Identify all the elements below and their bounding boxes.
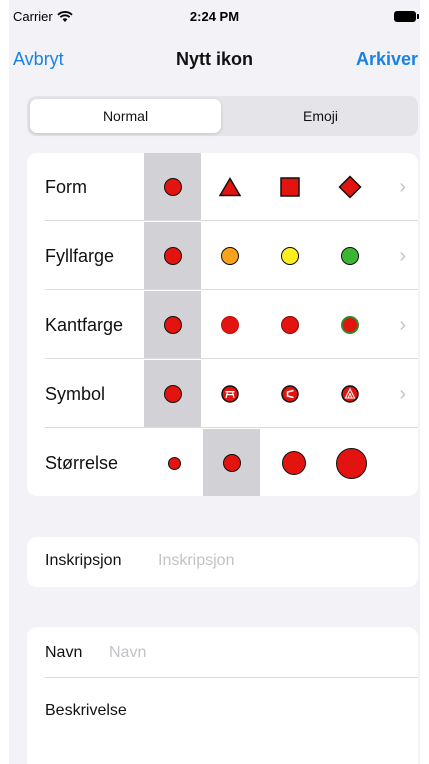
border-black-option[interactable] xyxy=(144,291,201,359)
inscription-card: Inskripsjon Inskripsjon xyxy=(27,537,418,587)
form-diamond-option[interactable] xyxy=(321,153,378,221)
circle-icon xyxy=(163,385,182,403)
orange-dot-icon xyxy=(220,247,239,265)
fill-green-option[interactable] xyxy=(321,222,378,290)
save-button[interactable]: Arkiver xyxy=(356,49,418,70)
form-square-option[interactable] xyxy=(261,153,318,221)
name-label: Navn xyxy=(45,644,83,661)
green-dot-icon xyxy=(340,247,359,265)
border-darkred-option[interactable] xyxy=(261,291,318,359)
divider xyxy=(45,427,418,428)
fill-yellow-option[interactable] xyxy=(261,222,318,290)
symbol-picnic-option[interactable] xyxy=(201,360,258,428)
form-circle-option[interactable] xyxy=(144,153,201,221)
circle-icon xyxy=(163,178,182,196)
row-border-label: Kantfarge xyxy=(45,315,124,335)
size-small-option[interactable] xyxy=(152,429,196,496)
chevron-right-icon[interactable]: › xyxy=(399,360,406,428)
border-red-option[interactable] xyxy=(201,291,258,359)
tent-symbol-icon xyxy=(340,385,359,403)
fill-orange-option[interactable] xyxy=(201,222,258,290)
segment-emoji[interactable]: Emoji xyxy=(225,99,416,133)
name-input[interactable]: Navn xyxy=(109,644,146,662)
segment-normal[interactable]: Normal xyxy=(30,99,221,133)
status-bar: Carrier 2:24 PM xyxy=(9,0,420,34)
red-border-dot-icon xyxy=(220,316,239,334)
description-input[interactable]: Beskrivelse xyxy=(45,702,127,720)
square-icon xyxy=(279,177,300,197)
icon-type-segmented-control: Normal Emoji xyxy=(27,96,418,136)
medium-circle-icon xyxy=(222,454,241,472)
fill-red-option[interactable] xyxy=(144,222,201,290)
chevron-right-icon[interactable]: › xyxy=(399,291,406,359)
name-description-card: Navn Navn Beskrivelse xyxy=(27,627,418,764)
border-green-option[interactable] xyxy=(321,291,378,359)
row-form-label: Form xyxy=(45,177,87,197)
row-form: Form › xyxy=(27,153,418,221)
size-large-option[interactable] xyxy=(272,429,316,496)
divider xyxy=(45,358,418,359)
diamond-icon xyxy=(337,175,362,199)
row-fill-label: Fyllfarge xyxy=(45,246,115,266)
triangle-icon xyxy=(218,177,241,197)
row-fill-color: Fyllfarge › xyxy=(27,222,418,290)
green-border-dot-icon xyxy=(340,316,359,334)
symbol-cam-option[interactable] xyxy=(261,360,318,428)
cam-symbol-icon xyxy=(280,385,299,403)
chevron-right-icon[interactable]: › xyxy=(399,153,406,221)
black-border-dot-icon xyxy=(163,316,182,334)
row-size-label: Størrelse xyxy=(45,453,119,473)
picnic-table-icon xyxy=(220,385,239,403)
status-time: 2:24 PM xyxy=(189,9,240,24)
row-border-color: Kantfarge › xyxy=(27,291,418,359)
row-size: Størrelse xyxy=(27,429,418,496)
size-medium-option[interactable] xyxy=(203,429,260,496)
battery-icon xyxy=(394,11,419,22)
app-frame: Carrier 2:24 PM Avbryt Nytt ikon Arkiver… xyxy=(9,0,420,764)
chevron-right-icon[interactable]: › xyxy=(399,222,406,290)
icon-options-card: Form › Fyllfarge › Kantfarge › Symbol › … xyxy=(27,153,418,496)
symbol-none-option[interactable] xyxy=(144,360,201,428)
large-circle-icon xyxy=(282,451,306,475)
divider xyxy=(45,220,418,221)
symbol-tent-option[interactable] xyxy=(321,360,378,428)
size-xlarge-option[interactable] xyxy=(329,429,373,496)
row-symbol-label: Symbol xyxy=(45,384,106,404)
darkred-border-dot-icon xyxy=(280,316,299,334)
navigation-bar: Avbryt Nytt ikon Arkiver xyxy=(9,34,420,86)
row-symbol: Symbol › xyxy=(27,360,418,428)
small-circle-icon xyxy=(167,456,181,470)
xlarge-circle-icon xyxy=(335,447,367,479)
inscription-label: Inskripsjon xyxy=(45,552,122,569)
red-dot-icon xyxy=(163,247,182,265)
inscription-input[interactable]: Inskripsjon xyxy=(158,552,234,570)
divider xyxy=(45,289,418,290)
divider xyxy=(45,677,418,678)
form-triangle-option[interactable] xyxy=(201,153,258,221)
yellow-dot-icon xyxy=(280,247,299,265)
